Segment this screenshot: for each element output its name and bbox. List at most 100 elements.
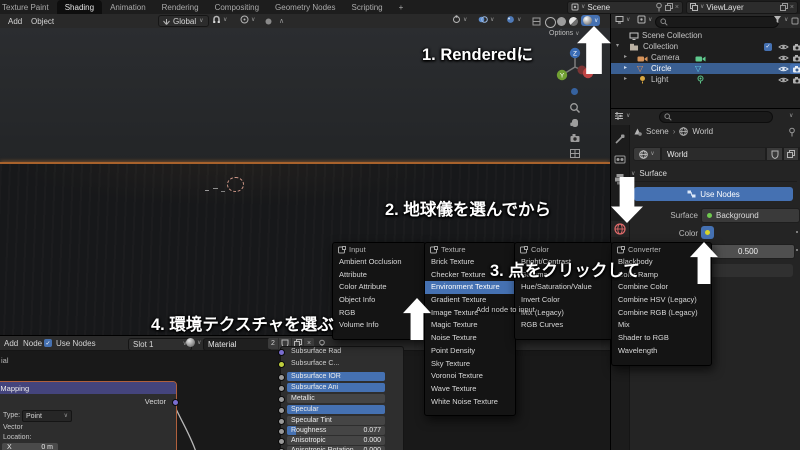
funnel-icon[interactable]	[773, 15, 782, 24]
snap-controls[interactable]: ∨	[212, 15, 227, 24]
disable-render-icon[interactable]	[792, 43, 800, 51]
new-scene-icon[interactable]	[665, 3, 673, 11]
row-label[interactable]: Circle	[651, 64, 671, 73]
tab-scripting[interactable]: Scripting	[344, 0, 391, 14]
disable-render-icon[interactable]	[792, 54, 800, 62]
orientation-value[interactable]: Global	[173, 17, 196, 26]
menu-item[interactable]: Attribute	[333, 269, 425, 282]
metallic-slider[interactable]: Metallic	[287, 394, 385, 403]
menu-item[interactable]: Shader to RGB	[612, 332, 711, 345]
outliner-row-light[interactable]: ▸ Light	[611, 74, 800, 85]
close-icon[interactable]: ×	[790, 4, 794, 11]
new-datablock-button[interactable]	[783, 147, 799, 161]
input-socket[interactable]	[278, 349, 285, 356]
menu-item[interactable]: Magic Texture	[425, 319, 515, 332]
proportional-falloff-icon[interactable]	[264, 17, 273, 26]
shader-add-menu[interactable]: Add	[4, 339, 18, 348]
color-socket-button[interactable]	[701, 226, 714, 239]
disable-render-icon[interactable]	[792, 65, 800, 73]
breadcrumb-scene[interactable]: Scene	[646, 127, 669, 136]
tab-compositing[interactable]: Compositing	[207, 0, 267, 14]
minus-z-axis-dot[interactable]	[571, 88, 578, 95]
add-workspace-button[interactable]: +	[391, 0, 412, 14]
outliner-row-camera[interactable]: ▸ Camera	[611, 52, 800, 63]
transform-orientation-dropdown[interactable]: Global ∨	[158, 15, 209, 27]
menu-item[interactable]: Wave Texture	[425, 383, 515, 396]
outliner-filter-mode[interactable]: ∨	[637, 15, 652, 24]
tab-shading[interactable]: Shading	[57, 0, 102, 14]
shading-material-button[interactable]	[569, 17, 578, 26]
tab-geometry-nodes[interactable]: Geometry Nodes	[267, 0, 343, 14]
row-label[interactable]: Scene Collection	[642, 31, 702, 40]
menu-item[interactable]: Combine Color	[612, 281, 711, 294]
expand-icon[interactable]: ▸	[624, 75, 627, 82]
menu-item[interactable]: Combine RGB (Legacy)	[612, 307, 711, 320]
slot-dropdown[interactable]: Slot 1 ∨	[128, 338, 192, 351]
overlays-dropdown[interactable]: ∨	[478, 15, 494, 24]
breadcrumb-world[interactable]: World	[692, 127, 713, 136]
input-socket[interactable]	[278, 361, 285, 368]
surface-shader-dropdown[interactable]: Background	[701, 208, 800, 223]
tab-rendering[interactable]: Rendering	[154, 0, 207, 14]
expand-icon[interactable]: ▾	[616, 42, 619, 49]
outliner-search-input[interactable]	[655, 16, 779, 28]
viewport-options-dropdown[interactable]: Options ∨	[549, 30, 580, 37]
hide-eye-icon[interactable]	[778, 65, 789, 73]
input-socket[interactable]	[278, 418, 285, 425]
xray-icon[interactable]	[506, 15, 515, 24]
hide-eye-icon[interactable]	[778, 54, 789, 62]
expand-icon[interactable]: ▸	[624, 53, 627, 60]
new-viewlayer-icon[interactable]	[780, 3, 788, 11]
gizmo-toggle-icon[interactable]	[452, 15, 461, 24]
magnet-icon[interactable]	[212, 15, 221, 24]
close-icon[interactable]: ×	[675, 4, 679, 11]
menu-item[interactable]: White Noise Texture	[425, 396, 515, 409]
input-socket[interactable]	[278, 396, 285, 403]
anisotropic-slider[interactable]: Anisotropic0.000	[287, 436, 385, 445]
menu-item[interactable]: Combine HSV (Legacy)	[612, 294, 711, 307]
filter-mode-icon[interactable]	[637, 15, 646, 24]
shader-node-menu[interactable]: Node	[23, 339, 42, 348]
menu-item[interactable]: Ambient Occlusion	[333, 256, 425, 269]
menu-item[interactable]: Noise Texture	[425, 332, 515, 345]
shader-editor[interactable]: Add Node ✓ Use Nodes Slot 1 ∨ ∨ Material…	[0, 335, 610, 450]
disable-render-icon[interactable]	[792, 76, 800, 84]
tab-texture-paint[interactable]: Texture Paint	[0, 0, 57, 14]
menu-item[interactable]: Sky Texture	[425, 358, 515, 371]
fake-user-button[interactable]	[766, 147, 783, 161]
filter-dropdown-icon[interactable]: ∨	[789, 113, 793, 119]
object-menu-button[interactable]: Object	[31, 17, 54, 26]
anisotropic-rotation-slider[interactable]: Anisotropic Rotation0.000	[287, 446, 385, 450]
collection-checkbox[interactable]: ✓	[764, 43, 772, 51]
input-socket[interactable]	[278, 385, 285, 392]
row-label[interactable]: Camera	[651, 53, 679, 62]
outliner-display-mode[interactable]: ∨	[615, 15, 630, 24]
falloff-curve-icon[interactable]: ∧	[279, 17, 284, 25]
pin-icon[interactable]	[655, 2, 663, 12]
proportional-edit-controls[interactable]: ∨	[240, 15, 255, 24]
outliner-row-collection[interactable]: ▾ Collection ✓	[611, 41, 800, 52]
add-menu-button[interactable]: Add	[8, 17, 22, 26]
render-tab-icon[interactable]	[614, 153, 626, 165]
menu-item[interactable]: Mix	[612, 319, 711, 332]
show-gizmo-dropdown[interactable]: ∨	[452, 15, 467, 24]
volume-row-widget[interactable]	[701, 264, 793, 277]
animate-decorator[interactable]	[796, 249, 798, 251]
shading-rendered-button[interactable]: ∨	[581, 15, 600, 26]
specular-slider[interactable]: Specular	[287, 405, 385, 414]
row-label[interactable]: Collection	[643, 42, 678, 51]
row-label[interactable]: Light	[651, 75, 668, 84]
surface-section-header[interactable]: ∨ Surface	[631, 169, 797, 182]
menu-item[interactable]: Hue/Saturation/Value	[515, 281, 612, 294]
subsurface-ior-slider[interactable]: Subsurface IOR	[287, 372, 385, 381]
world-id-dropdown[interactable]: ∨	[633, 147, 661, 161]
viewlayer-name[interactable]: ViewLayer	[706, 3, 778, 12]
viewlayer-selector[interactable]: ∨ ViewLayer ×	[686, 1, 798, 14]
material-id-dropdown[interactable]: ∨	[186, 338, 201, 347]
zoom-tool-icon[interactable]	[569, 102, 581, 114]
options-label[interactable]: Options	[549, 30, 573, 37]
input-socket[interactable]	[278, 428, 285, 435]
shading-wireframe-button[interactable]	[545, 17, 556, 28]
proportional-edit-icon[interactable]	[240, 15, 249, 24]
use-nodes-checkbox[interactable]: ✓	[44, 339, 52, 347]
